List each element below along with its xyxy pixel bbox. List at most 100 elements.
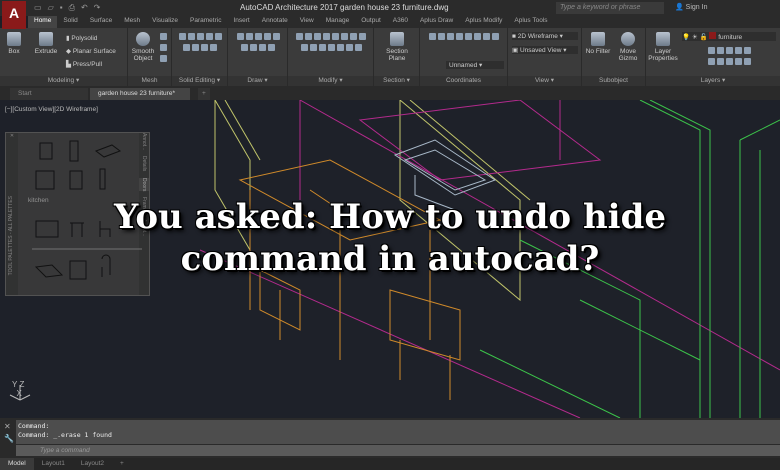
- sign-in-button[interactable]: 👤 Sign In: [675, 3, 707, 11]
- close-icon[interactable]: ✕: [6, 133, 18, 139]
- tab-parametric[interactable]: Parametric: [184, 16, 227, 28]
- move-gizmo-button[interactable]: Move Gizmo: [614, 32, 642, 62]
- undo-icon[interactable]: ↶: [81, 3, 88, 13]
- tab-solid[interactable]: Solid: [57, 16, 83, 28]
- modeling-panel-label[interactable]: Modeling ▾: [0, 76, 127, 86]
- visual-style-value: 2D Wireframe: [517, 33, 558, 40]
- coordinates-panel-label[interactable]: Coordinates: [420, 76, 507, 86]
- new-icon[interactable]: ▭: [34, 3, 42, 13]
- smooth-object-button[interactable]: Smooth Object: [130, 32, 156, 62]
- command-input[interactable]: Type a command: [16, 445, 780, 456]
- tab-start[interactable]: Start: [10, 88, 88, 100]
- section-plane-icon: [390, 32, 404, 46]
- tab-layout2[interactable]: Layout2: [73, 458, 112, 470]
- box-label: Box: [8, 48, 20, 55]
- layer-current-value: furniture: [718, 34, 743, 41]
- no-filter-button[interactable]: No Filter: [584, 32, 612, 55]
- extrude-icon: [39, 32, 53, 46]
- layer-tools[interactable]: [682, 46, 776, 68]
- filter-icon: [591, 32, 605, 46]
- modify-tools[interactable]: [292, 32, 370, 54]
- box-icon: [7, 32, 21, 46]
- command-history-line: Command: _.erase 1 found: [18, 431, 112, 439]
- save-icon[interactable]: ▪: [60, 3, 63, 13]
- tab-home[interactable]: Home: [28, 16, 58, 28]
- section-panel-label[interactable]: Section ▾: [374, 76, 419, 86]
- tab-mesh[interactable]: Mesh: [118, 16, 146, 28]
- section-plane-button[interactable]: Section Plane: [378, 32, 416, 62]
- named-view-value: Unsaved View: [519, 47, 562, 54]
- extrude-button[interactable]: Extrude: [32, 32, 60, 55]
- subobject-panel: No Filter Move Gizmo Subobject: [582, 28, 646, 86]
- tab-layout1[interactable]: Layout1: [34, 458, 73, 470]
- tab-insert[interactable]: Insert: [227, 16, 255, 28]
- tab-manage[interactable]: Manage: [320, 16, 356, 28]
- mesh-panel-label[interactable]: Mesh: [128, 76, 171, 86]
- window-title: AutoCAD Architecture 2017 garden house 2…: [240, 3, 449, 12]
- tab-a360[interactable]: A360: [387, 16, 414, 28]
- layers-panel-label[interactable]: Layers ▾: [646, 76, 780, 86]
- planar-surface-button[interactable]: ◆ Planar Surface: [66, 47, 116, 55]
- mesh-panel: Smooth Object Mesh: [128, 28, 172, 86]
- view-panel-label[interactable]: View ▾: [508, 76, 581, 86]
- overlay-line-1: You asked: How to undo hide: [114, 197, 666, 237]
- command-history: Command: Command: _.erase 1 found: [16, 420, 780, 444]
- mesh-tools[interactable]: [158, 32, 168, 65]
- title-bar: A ▭ ▱ ▪ ⎙ ↶ ↷ AutoCAD Architecture 2017 garde…: [0, 0, 780, 29]
- smooth-object-icon: [136, 32, 150, 46]
- overlay-line-2: command in autocad?: [180, 239, 600, 279]
- ribbon-tabs: Home Solid Surface Mesh Visualize Parame…: [28, 16, 780, 28]
- close-icon[interactable]: ✕: [4, 422, 11, 431]
- named-view-dropdown[interactable]: ▣ Unsaved View ▾: [512, 46, 578, 54]
- layer-properties-icon: [656, 32, 670, 46]
- sign-in-label: Sign In: [685, 4, 708, 11]
- visual-style-dropdown[interactable]: ■ 2D Wireframe ▾: [512, 32, 578, 40]
- layout-tabs: Model Layout1 Layout2 +: [0, 458, 780, 470]
- layer-color-swatch: [709, 32, 717, 39]
- wrench-icon[interactable]: 🔧: [4, 434, 14, 443]
- viewport-controls[interactable]: [−][Custom View][2D Wireframe]: [5, 106, 98, 113]
- layer-properties-button[interactable]: Layer Properties: [648, 32, 678, 62]
- new-tab-button[interactable]: +: [198, 88, 210, 100]
- command-history-line: Command:: [18, 422, 50, 430]
- application-menu-button[interactable]: A: [2, 1, 26, 29]
- tab-aplus-modify[interactable]: Aplus Modify: [459, 16, 508, 28]
- tab-surface[interactable]: Surface: [84, 16, 118, 28]
- tab-visualize[interactable]: Visualize: [146, 16, 184, 28]
- planar-surface-label: Planar Surface: [72, 48, 116, 55]
- search-input[interactable]: Type a keyword or phrase: [556, 2, 664, 14]
- modify-panel-label[interactable]: Modify ▾: [288, 76, 373, 86]
- print-icon[interactable]: ⎙: [69, 3, 75, 13]
- article-title-overlay: You asked: How to undo hide command in a…: [0, 196, 780, 280]
- document-tabs: Start garden house 23 furniture* +: [0, 86, 780, 100]
- presspull-button[interactable]: ▙ Press/Pull: [66, 60, 102, 68]
- presspull-label: Press/Pull: [72, 61, 103, 68]
- extrude-label: Extrude: [34, 48, 58, 55]
- solid-editing-panel-label[interactable]: Solid Editing ▾: [172, 76, 227, 86]
- tab-aplus-draw[interactable]: Aplus Draw: [414, 16, 459, 28]
- tab-drawing[interactable]: garden house 23 furniture*: [90, 88, 190, 100]
- section-plane-label: Section Plane: [386, 48, 408, 62]
- draw-tools[interactable]: [232, 32, 284, 54]
- tab-output[interactable]: Output: [355, 16, 387, 28]
- polysolid-button[interactable]: ▮ Polysolid: [66, 34, 97, 42]
- solid-editing-tools[interactable]: [176, 32, 224, 54]
- layer-dropdown[interactable]: 💡 ☀ 🔓 furniture: [682, 32, 776, 41]
- modify-panel: Modify ▾: [288, 28, 374, 86]
- ribbon: Box Extrude ▮ Polysolid ◆ Planar Surface…: [0, 28, 780, 86]
- add-layout-button[interactable]: +: [112, 458, 132, 470]
- ucs-tools[interactable]: [424, 32, 504, 43]
- box-button[interactable]: Box: [4, 32, 24, 55]
- tab-aplus-tools[interactable]: Aplus Tools: [508, 16, 553, 28]
- tab-annotate[interactable]: Annotate: [256, 16, 294, 28]
- quick-access-toolbar: ▭ ▱ ▪ ⎙ ↶ ↷: [34, 3, 100, 13]
- tab-model[interactable]: Model: [0, 458, 34, 470]
- open-icon[interactable]: ▱: [48, 3, 54, 13]
- redo-icon[interactable]: ↷: [94, 3, 101, 13]
- modeling-panel: Box Extrude ▮ Polysolid ◆ Planar Surface…: [0, 28, 128, 86]
- subobject-panel-label: Subobject: [582, 76, 645, 86]
- no-filter-label: No Filter: [585, 48, 611, 55]
- draw-panel-label[interactable]: Draw ▾: [228, 76, 287, 86]
- tab-view[interactable]: View: [294, 16, 320, 28]
- ucs-dropdown[interactable]: Unnamed ▾: [446, 61, 504, 69]
